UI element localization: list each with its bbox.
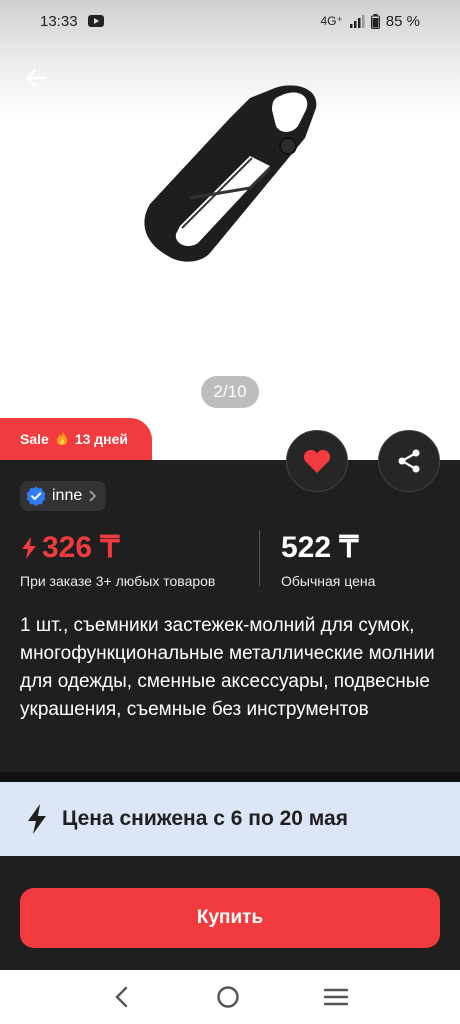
regular-price-note: Обычная цена — [281, 573, 376, 589]
seller-chip[interactable]: inne — [20, 481, 107, 511]
price-divider — [259, 530, 260, 586]
battery-icon — [370, 13, 380, 29]
promo-price-note: При заказе 3+ любых товаров — [20, 573, 216, 589]
buy-button[interactable]: Купить — [20, 888, 440, 948]
youtube-icon — [87, 15, 104, 27]
price-drop-banner[interactable]: Цена снижена с 6 по 20 мая — [0, 782, 460, 856]
nav-recents-icon[interactable] — [324, 987, 348, 1007]
favorite-button[interactable] — [286, 430, 348, 492]
chevron-right-icon — [89, 490, 97, 502]
sale-label: Sale — [20, 431, 49, 447]
battery-level: 85 % — [385, 12, 420, 30]
product-gallery[interactable]: 2/10 — [0, 0, 460, 460]
fire-icon — [56, 431, 67, 445]
heart-icon — [303, 449, 331, 473]
product-image — [144, 85, 317, 262]
nav-home-icon[interactable] — [216, 985, 240, 1009]
back-button[interactable] — [18, 60, 54, 96]
promo-price: 326 ₸ — [42, 531, 120, 564]
share-icon — [398, 449, 420, 473]
verified-badge-icon — [26, 486, 46, 506]
section-separator — [0, 772, 460, 782]
lightning-icon — [22, 536, 36, 559]
share-button[interactable] — [378, 430, 440, 492]
sale-badge: Sale 13 дней — [0, 418, 152, 460]
lightning-icon — [28, 804, 46, 834]
system-nav-bar — [0, 970, 460, 1024]
price-drop-text: Цена снижена с 6 по 20 мая — [62, 807, 348, 830]
signal-icon — [349, 15, 365, 28]
network-indicator: 4G⁺ — [320, 14, 343, 28]
product-title: 1 шт., съемники застежек-молний для сумо… — [20, 615, 435, 720]
gallery-pager: 2/10 — [201, 376, 259, 408]
arrow-left-icon — [25, 68, 47, 88]
sale-days: 13 дней — [74, 431, 129, 447]
promo-price-block: 326 ₸ При заказе 3+ любых товаров — [20, 530, 215, 589]
regular-price: 522 ₸ — [281, 531, 359, 564]
regular-price-block: 522 ₸ Обычная цена — [281, 530, 375, 589]
seller-name: inne — [52, 487, 83, 504]
status-bar: 13:33 4G⁺ 85 % — [0, 0, 460, 42]
nav-back-icon[interactable] — [112, 986, 132, 1008]
status-time: 13:33 — [40, 12, 78, 30]
